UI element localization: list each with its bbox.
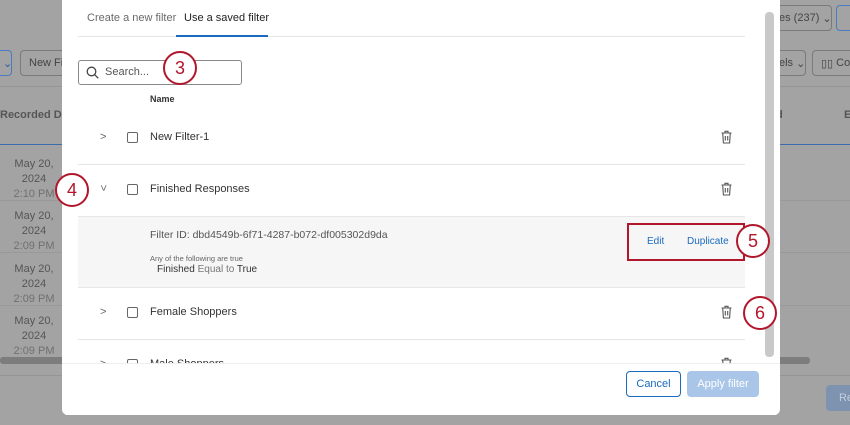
bg-row: May 20, 2024 2:09 PM xyxy=(4,262,64,307)
callout-6: 6 xyxy=(743,296,777,330)
search-input[interactable]: Search... xyxy=(78,60,242,85)
tab-use-saved-filter[interactable]: Use a saved filter xyxy=(184,12,269,24)
modal-footer: Cancel Apply filter xyxy=(62,363,780,415)
condition-value: True xyxy=(236,264,258,275)
condition: Finished Equal to True xyxy=(157,264,257,275)
bg-row: May 20, 2024 2:09 PM xyxy=(4,314,64,359)
filter-row[interactable]: > New Filter-1 xyxy=(78,113,745,165)
columns-button[interactable]: ▯▯ Co xyxy=(812,50,850,76)
condition-field: Finished xyxy=(157,264,195,275)
condition-operator: Equal to xyxy=(197,264,235,275)
search-icon xyxy=(86,66,99,79)
date: May 20, 2024 xyxy=(14,263,54,290)
callout-4: 4 xyxy=(55,173,89,207)
tab-create-new-filter[interactable]: Create a new filter xyxy=(87,12,176,24)
col-recorded-date: Recorded Dat xyxy=(0,109,72,121)
bg-action-label: Re xyxy=(838,392,850,404)
date: May 20, 2024 xyxy=(14,158,54,185)
filter-checkbox[interactable] xyxy=(127,132,138,143)
bg-row: May 20, 2024 2:09 PM xyxy=(4,209,64,254)
trash-icon[interactable] xyxy=(721,182,732,196)
labels-label: els xyxy=(779,57,794,69)
filter-id: Filter ID: dbd4549b-6f71-4287-b072-df005… xyxy=(150,229,388,241)
name-column-header: Name xyxy=(150,94,175,104)
chevron-down-icon[interactable]: > xyxy=(97,185,109,191)
search-placeholder: Search... xyxy=(105,66,150,78)
responses-label: es (237) xyxy=(779,12,820,24)
columns-label: Co xyxy=(836,57,850,69)
filter-name: Female Shoppers xyxy=(150,306,237,318)
filter-row[interactable]: > Female Shoppers xyxy=(78,288,745,340)
dropdown-button[interactable]: ⌄ xyxy=(0,50,12,76)
col-header: E xyxy=(844,109,850,121)
toolbar-button[interactable] xyxy=(836,5,850,31)
highlight-box xyxy=(627,223,745,261)
filter-name: New Filter-1 xyxy=(150,131,210,143)
active-tab-indicator xyxy=(176,35,268,37)
filter-checkbox[interactable] xyxy=(127,184,138,195)
filter-row[interactable]: > Finished Responses xyxy=(78,165,745,217)
callout-3: 3 xyxy=(163,51,197,85)
chevron-right-icon[interactable]: > xyxy=(100,131,106,143)
apply-filter-button[interactable]: Apply filter xyxy=(687,371,759,397)
filter-checkbox[interactable] xyxy=(127,307,138,318)
date: May 20, 2024 xyxy=(14,315,54,342)
cancel-button[interactable]: Cancel xyxy=(626,371,681,397)
condition-intro: Any of the following are true xyxy=(150,254,243,263)
trash-icon[interactable] xyxy=(721,305,732,319)
bg-action-button[interactable]: Re xyxy=(826,385,850,411)
date: May 20, 2024 xyxy=(14,210,54,237)
trash-icon[interactable] xyxy=(721,130,732,144)
columns-icon: ▯▯ xyxy=(821,57,837,70)
chevron-right-icon[interactable]: > xyxy=(100,306,106,318)
new-filter-label: New Fi xyxy=(29,57,64,69)
filter-name: Finished Responses xyxy=(150,183,250,195)
callout-5: 5 xyxy=(736,224,770,258)
